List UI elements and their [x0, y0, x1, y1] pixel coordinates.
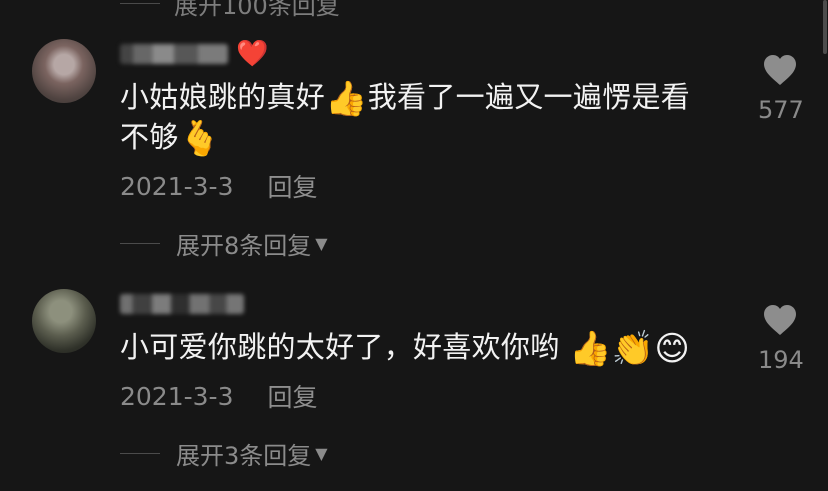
reply-button[interactable]: 回复 — [267, 168, 317, 204]
scrollbar[interactable] — [823, 0, 827, 54]
username[interactable]: ❤️ — [120, 40, 268, 68]
username-blur — [120, 44, 228, 64]
chevron-down-icon: ▼ — [315, 444, 328, 463]
like-button[interactable]: 194 — [758, 304, 804, 374]
top-collapse-label: 展开100条回复 — [174, 0, 340, 20]
heart-icon — [764, 305, 796, 335]
comment-date: 2021-3-3 — [120, 171, 234, 201]
comment-meta: 2021-3-3 回复 — [120, 378, 318, 414]
top-collapse[interactable]: 展开100条回复 — [120, 0, 340, 21]
chevron-down-icon: ▼ — [315, 234, 328, 253]
collapse-divider — [120, 3, 160, 4]
reply-button[interactable]: 回复 — [267, 378, 317, 414]
expand-replies-label: 展开8条回复 — [176, 232, 312, 260]
comment-text-part: 小姑娘跳的真好 — [120, 80, 326, 114]
thumbs-up-icon: 👍 — [569, 329, 612, 369]
comment-date: 2021-3-3 — [120, 381, 234, 411]
like-button[interactable]: 577 — [758, 54, 804, 124]
like-count: 577 — [758, 96, 804, 124]
expand-replies[interactable]: 展开3条回复 ▼ — [120, 436, 328, 471]
avatar[interactable] — [32, 39, 96, 103]
heart-icon — [764, 55, 796, 85]
username[interactable] — [120, 290, 244, 318]
comment-meta: 2021-3-3 回复 — [120, 168, 318, 204]
clapping-hands-icon: 👏 — [611, 329, 655, 369]
comment-text-line-1: 小姑娘跳的真好👍我看了一遍又一遍愣是看 — [120, 77, 720, 117]
expand-divider — [120, 243, 160, 244]
smiling-face-icon: 😊 — [654, 329, 691, 369]
avatar[interactable] — [32, 289, 96, 353]
username-blur — [120, 294, 244, 314]
comment-text: 小可爱你跳的太好了，好喜欢你哟 👍👏😊 — [120, 327, 720, 367]
comment-text-part: 我看了一遍又一遍愣是看 — [367, 80, 691, 114]
comment-text-part: 不够 — [120, 120, 179, 154]
comment-text-part: 小可爱你跳的太好了，好喜欢你哟 — [120, 330, 560, 364]
expand-replies-label: 展开3条回复 — [176, 442, 312, 470]
like-count: 194 — [758, 346, 804, 374]
thumbs-up-icon: 👍 — [325, 79, 368, 119]
comment-text: 小姑娘跳的真好👍我看了一遍又一遍愣是看 不够🫰 — [120, 77, 720, 157]
expand-replies[interactable]: 展开8条回复 ▼ — [120, 226, 328, 261]
expand-divider — [120, 453, 160, 454]
username-heart-icon: ❤️ — [236, 39, 269, 69]
finger-heart-icon: 🫰 — [178, 119, 222, 159]
comment-text-line-2: 不够🫰 — [120, 117, 720, 157]
